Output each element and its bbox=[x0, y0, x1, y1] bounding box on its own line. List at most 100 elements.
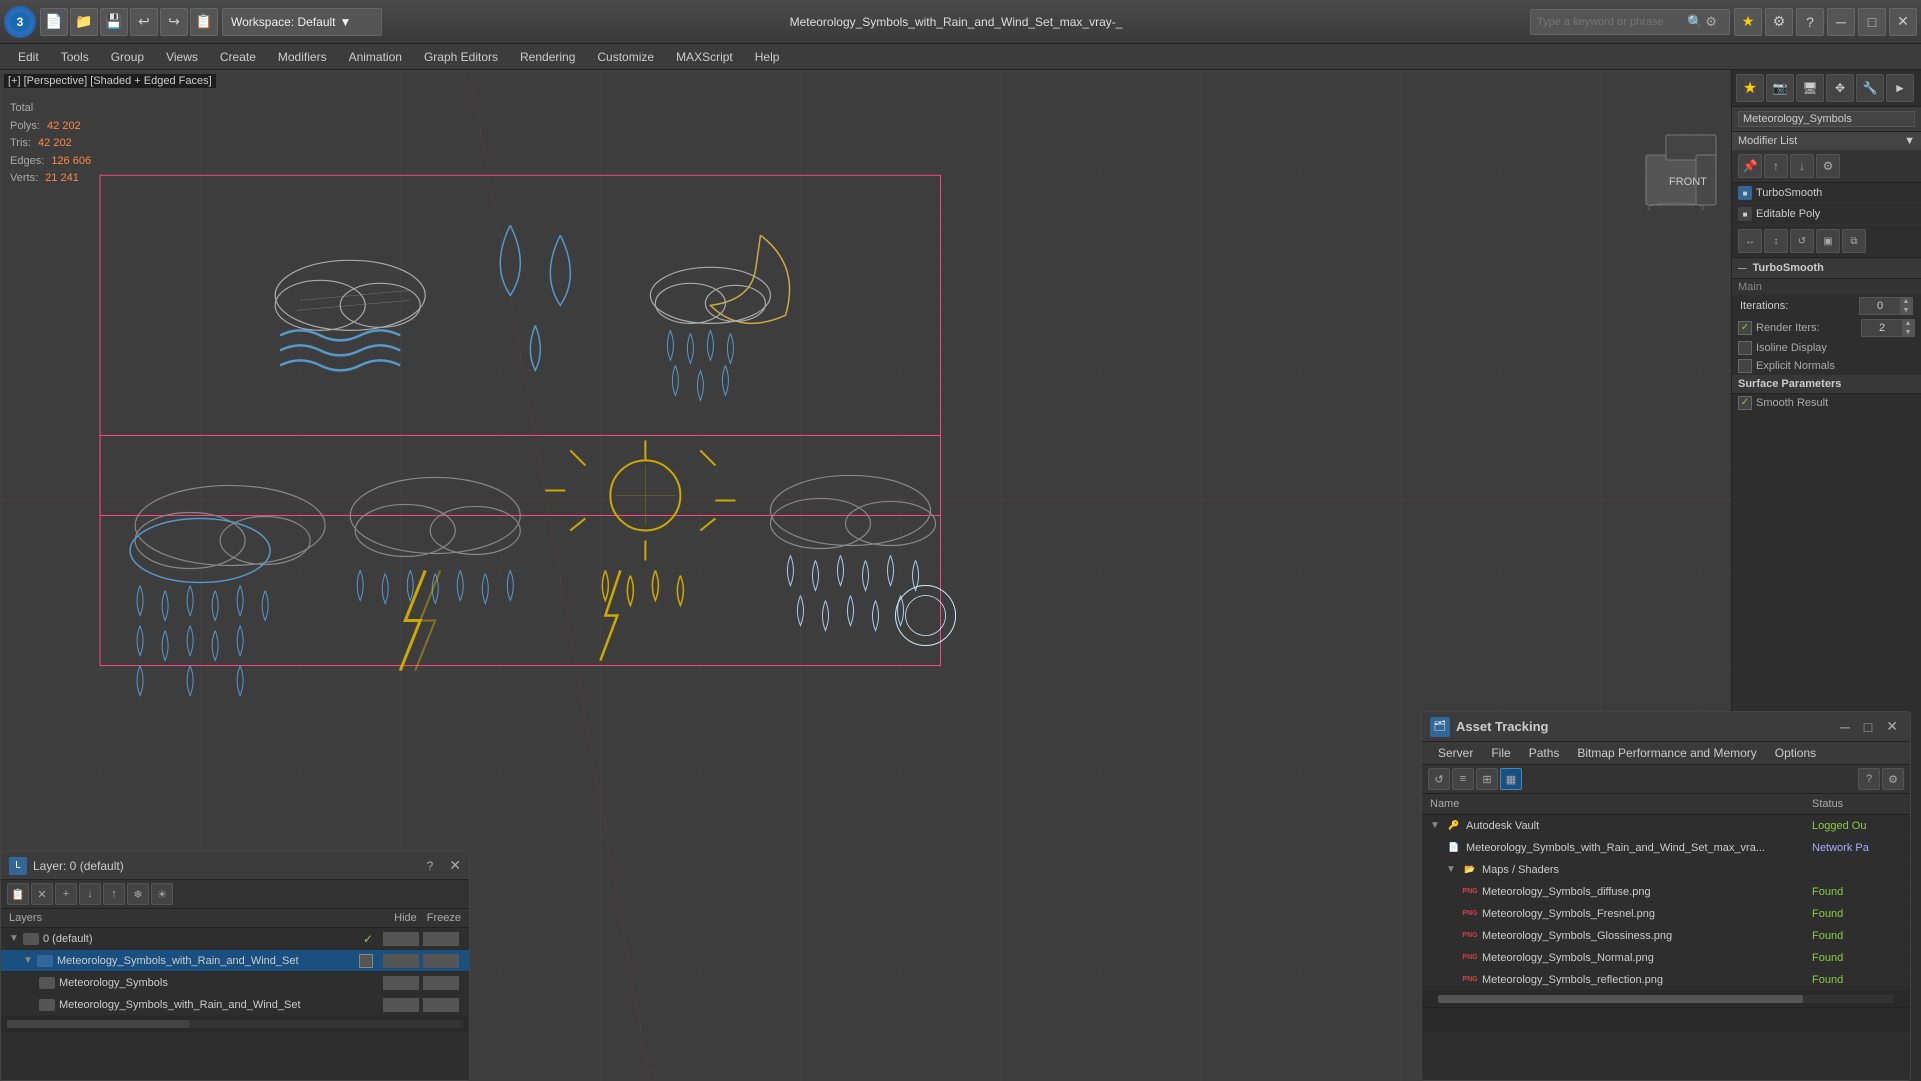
search-icon[interactable]: 🔍 bbox=[1687, 14, 1703, 30]
menu-create[interactable]: Create bbox=[210, 47, 266, 67]
layer-meteor-freeze[interactable] bbox=[423, 954, 459, 968]
layer-symbols-freeze[interactable] bbox=[423, 976, 459, 990]
render-iters-spinner[interactable]: ▲ ▼ bbox=[1861, 319, 1915, 337]
menu-views[interactable]: Views bbox=[156, 47, 208, 67]
display-panel-icon[interactable]: 🖥 bbox=[1796, 74, 1824, 102]
layer-symbols2-freeze[interactable] bbox=[423, 998, 459, 1012]
layer-item-meteor-set[interactable]: ▼ Meteorology_Symbols_with_Rain_and_Wind… bbox=[1, 950, 469, 972]
asset-row-scene[interactable]: 📄 Meteorology_Symbols_with_Rain_and_Wind… bbox=[1422, 837, 1910, 859]
utility-panel-icon[interactable]: 🔧 bbox=[1856, 74, 1884, 102]
explicit-normals-checkbox[interactable] bbox=[1738, 359, 1752, 373]
iterations-spinner[interactable]: ▲ ▼ bbox=[1859, 297, 1913, 315]
save-button[interactable]: 💾 bbox=[100, 8, 128, 36]
layer-panel-question[interactable]: ? bbox=[427, 859, 434, 873]
asset-tool-refresh[interactable]: ↺ bbox=[1428, 768, 1450, 790]
asset-row-normal[interactable]: PNG Meteorology_Symbols_Normal.png Found bbox=[1422, 947, 1910, 969]
menu-edit[interactable]: Edit bbox=[8, 47, 49, 67]
search-filter-icon[interactable]: ⚙ bbox=[1705, 14, 1717, 30]
asset-scroll-thumb[interactable] bbox=[1438, 995, 1803, 1003]
asset-tool-grid[interactable]: ⊞ bbox=[1476, 768, 1498, 790]
camera-panel-icon[interactable]: 📷 bbox=[1766, 74, 1794, 102]
open-button[interactable]: 📁 bbox=[70, 8, 98, 36]
menu-animation[interactable]: Animation bbox=[339, 47, 412, 67]
asset-row-maps[interactable]: ▼ 📂 Maps / Shaders bbox=[1422, 859, 1910, 881]
workspace-selector[interactable]: Workspace: Default ▼ bbox=[222, 8, 382, 36]
star-icon[interactable]: ★ bbox=[1734, 8, 1762, 36]
asset-tool-help[interactable]: ? bbox=[1858, 768, 1880, 790]
asset-row-vault[interactable]: ▼ 🔑 Autodesk Vault Logged Ou bbox=[1422, 815, 1910, 837]
layer-panel-close-btn[interactable]: ✕ bbox=[449, 857, 461, 874]
layer-default-freeze[interactable] bbox=[423, 932, 459, 946]
layer-symbols2-hide[interactable] bbox=[383, 998, 419, 1012]
layer-scrollbar[interactable] bbox=[7, 1020, 463, 1028]
maximize-button[interactable]: □ bbox=[1858, 8, 1886, 36]
configure-tool[interactable]: ⚙ bbox=[1816, 154, 1840, 178]
layer-item-meteor-symbols2[interactable]: Meteorology_Symbols_with_Rain_and_Wind_S… bbox=[17, 994, 469, 1016]
menu-modifiers[interactable]: Modifiers bbox=[268, 47, 337, 67]
isoline-checkbox[interactable] bbox=[1738, 341, 1752, 355]
turbosmooth-collapse-btn[interactable]: ─ bbox=[1738, 261, 1747, 275]
move-down-tool[interactable]: ↓ bbox=[1790, 154, 1814, 178]
asset-tool-list[interactable]: ≡ bbox=[1452, 768, 1474, 790]
asset-row-diffuse[interactable]: PNG Meteorology_Symbols_diffuse.png Foun… bbox=[1422, 881, 1910, 903]
asset-scrollbar[interactable] bbox=[1438, 995, 1894, 1003]
move-panel-icon[interactable]: ✥ bbox=[1826, 74, 1854, 102]
move-up-tool[interactable]: ↑ bbox=[1764, 154, 1788, 178]
close-button[interactable]: ✕ bbox=[1889, 8, 1917, 36]
star-panel-icon[interactable]: ★ bbox=[1736, 74, 1764, 102]
asset-row-glossiness[interactable]: PNG Meteorology_Symbols_Glossiness.png F… bbox=[1422, 925, 1910, 947]
layer-freeze-btn[interactable]: ❄ bbox=[127, 883, 149, 905]
iterations-input[interactable] bbox=[1860, 300, 1900, 312]
asset-menu-server[interactable]: Server bbox=[1430, 744, 1481, 762]
layer-default-hide[interactable] bbox=[383, 932, 419, 946]
undo-button[interactable]: ↩ bbox=[130, 8, 158, 36]
asset-row-reflection[interactable]: PNG Meteorology_Symbols_reflection.png F… bbox=[1422, 969, 1910, 991]
menu-customize[interactable]: Customize bbox=[587, 47, 664, 67]
layer-symbols-hide[interactable] bbox=[383, 976, 419, 990]
layer-move-up-btn[interactable]: ↑ bbox=[103, 883, 125, 905]
rotate-icon-btn[interactable]: ↺ bbox=[1790, 229, 1814, 253]
pin-modifier-tool[interactable]: 📌 bbox=[1738, 154, 1762, 178]
asset-tool-settings[interactable]: ⚙ bbox=[1882, 768, 1904, 790]
asset-tool-table[interactable]: ▦ bbox=[1500, 768, 1522, 790]
misc-button[interactable]: 📋 bbox=[190, 8, 218, 36]
layer-item-meteor-symbols[interactable]: Meteorology_Symbols bbox=[17, 972, 469, 994]
asset-row-fresnel[interactable]: PNG Meteorology_Symbols_Fresnel.png Foun… bbox=[1422, 903, 1910, 925]
turbosmooth-modifier[interactable]: ■ TurboSmooth bbox=[1732, 183, 1921, 204]
render-iters-up-btn[interactable]: ▲ bbox=[1902, 319, 1914, 328]
asset-menu-options[interactable]: Options bbox=[1767, 744, 1824, 762]
render-iters-input[interactable] bbox=[1862, 322, 1902, 334]
scale-icon-btn[interactable]: ↕ bbox=[1764, 229, 1788, 253]
asset-menu-bitmap[interactable]: Bitmap Performance and Memory bbox=[1569, 744, 1764, 762]
menu-help[interactable]: Help bbox=[745, 47, 790, 67]
layer-select-btn[interactable]: ↓ bbox=[79, 883, 101, 905]
menu-tools[interactable]: Tools bbox=[51, 47, 99, 67]
menu-graph-editors[interactable]: Graph Editors bbox=[414, 47, 508, 67]
layer-unfreeze-btn[interactable]: ☀ bbox=[151, 883, 173, 905]
move-icon-btn[interactable]: ↔ bbox=[1738, 229, 1762, 253]
iterations-up-btn[interactable]: ▲ bbox=[1900, 297, 1912, 306]
modifier-list-dropdown[interactable]: ▼ bbox=[1904, 135, 1915, 147]
copy-icon-btn[interactable]: ⧉ bbox=[1842, 229, 1866, 253]
iterations-down-btn[interactable]: ▼ bbox=[1900, 306, 1912, 315]
layer-add-btn[interactable]: + bbox=[55, 883, 77, 905]
layer-scroll-thumb[interactable] bbox=[7, 1020, 189, 1028]
expand-panel-icon[interactable]: ► bbox=[1886, 74, 1914, 102]
editable-poly-modifier[interactable]: ■ Editable Poly bbox=[1732, 204, 1921, 225]
object-name-input[interactable] bbox=[1738, 111, 1915, 127]
layer-delete-btn[interactable]: ✕ bbox=[31, 883, 53, 905]
menu-maxscript[interactable]: MAXScript bbox=[666, 47, 743, 67]
help-icon[interactable]: ? bbox=[1796, 8, 1824, 36]
layer-item-default[interactable]: ▼ 0 (default) ✓ bbox=[1, 928, 469, 950]
asset-menu-file[interactable]: File bbox=[1483, 744, 1518, 762]
render-iters-checkbox[interactable] bbox=[1738, 321, 1752, 335]
new-button[interactable]: 📄 bbox=[40, 8, 68, 36]
layer-meteor-hide[interactable] bbox=[383, 954, 419, 968]
asset-maximize-btn[interactable]: □ bbox=[1860, 719, 1876, 735]
redo-button[interactable]: ↪ bbox=[160, 8, 188, 36]
asset-minimize-btn[interactable]: ─ bbox=[1836, 719, 1854, 735]
asset-menu-paths[interactable]: Paths bbox=[1521, 744, 1568, 762]
search-input[interactable] bbox=[1537, 16, 1687, 28]
render-iters-down-btn[interactable]: ▼ bbox=[1902, 328, 1914, 337]
smooth-result-checkbox[interactable] bbox=[1738, 396, 1752, 410]
